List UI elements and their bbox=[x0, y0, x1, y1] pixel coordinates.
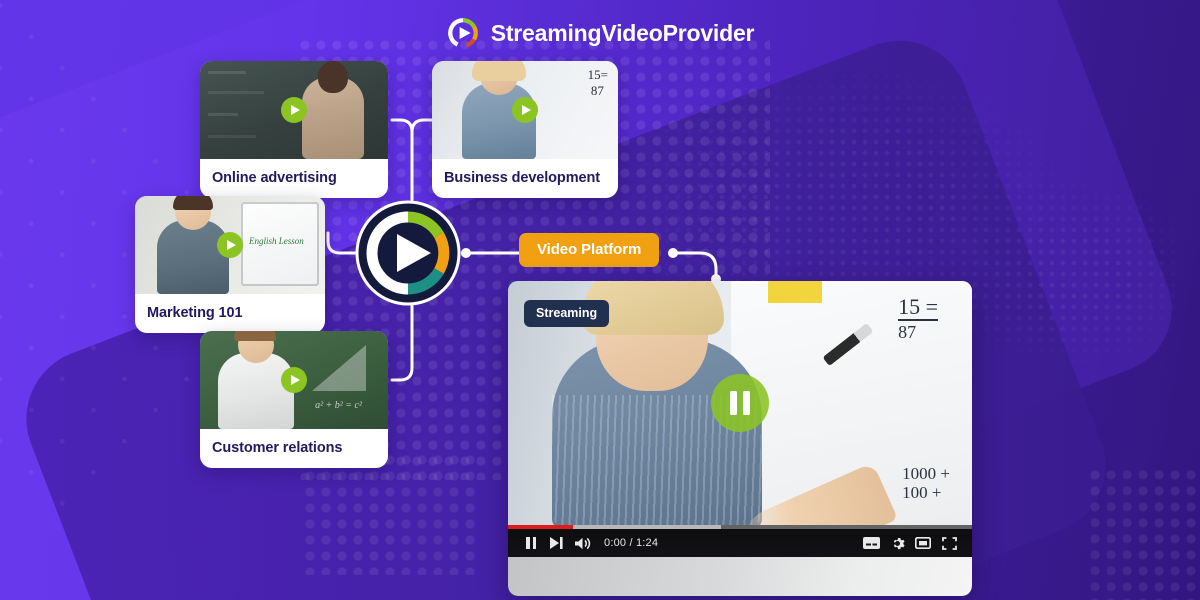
circular-play-logo-icon bbox=[447, 18, 478, 48]
time-display: 0:00 / 1:24 bbox=[604, 537, 659, 549]
play-icon[interactable] bbox=[512, 97, 538, 123]
whiteboard-text-bottom: 1000 + 100 + bbox=[902, 464, 950, 503]
brand-name: StreamingVideoProvider bbox=[490, 19, 755, 46]
triangle-diagram bbox=[312, 345, 366, 391]
whiteboard-text-bottom-line2: 100 + bbox=[902, 483, 942, 503]
flipchart: English Lesson bbox=[241, 202, 319, 286]
player-footer-panel bbox=[508, 557, 972, 596]
status-badge: Streaming bbox=[524, 300, 610, 327]
card-thumbnail[interactable]: a² + b² = c² bbox=[200, 331, 388, 429]
whiteboard-text-top-line: 15 = bbox=[898, 294, 938, 319]
whiteboard-text-top-sub: 87 bbox=[898, 319, 938, 343]
play-icon[interactable] bbox=[217, 232, 243, 258]
card-thumbnail[interactable]: 15= 87 bbox=[432, 61, 618, 159]
card-thumbnail[interactable]: English Lesson bbox=[135, 196, 325, 294]
flipchart-text: English Lesson bbox=[249, 236, 304, 246]
gear-icon bbox=[893, 537, 905, 549]
card-title: Business development bbox=[444, 170, 600, 186]
volume-icon bbox=[575, 537, 591, 549]
video-card-marketing-101[interactable]: English Lesson Marketing 101 bbox=[135, 196, 325, 333]
miniplayer-button[interactable] bbox=[910, 530, 936, 556]
whiteboard-text-top: 15 = 87 bbox=[898, 294, 938, 343]
pause-icon[interactable] bbox=[711, 374, 769, 432]
thumbnail-person bbox=[302, 61, 364, 159]
play-icon[interactable] bbox=[281, 367, 307, 393]
background-dot-grid-corner bbox=[1090, 470, 1200, 600]
video-viewport[interactable]: 15 = 87 1000 + 100 + Streaming bbox=[508, 281, 972, 525]
card-thumbnail[interactable] bbox=[200, 61, 388, 159]
settings-button[interactable] bbox=[884, 530, 910, 556]
captions-button[interactable] bbox=[858, 530, 884, 556]
background-dot-grid-lower bbox=[305, 455, 475, 575]
video-platform-hub[interactable] bbox=[355, 200, 461, 306]
fullscreen-icon bbox=[941, 536, 957, 550]
pause-icon bbox=[526, 537, 536, 549]
sticky-note bbox=[767, 281, 822, 303]
card-title: Marketing 101 bbox=[147, 305, 243, 321]
miniplayer-icon bbox=[915, 537, 931, 549]
poster-canvas: StreamingVideoProvider Online advertisin… bbox=[0, 0, 1200, 600]
next-track-icon bbox=[550, 537, 563, 549]
pause-button[interactable] bbox=[518, 530, 544, 556]
player-controls[interactable]: 0:00 / 1:24 bbox=[508, 529, 972, 557]
brand-header: StreamingVideoProvider bbox=[0, 16, 1200, 50]
card-title: Customer relations bbox=[212, 440, 343, 456]
video-player[interactable]: 15 = 87 1000 + 100 + Streaming 0:00 / 1:… bbox=[508, 281, 972, 596]
video-card-online-advertising[interactable]: Online advertising bbox=[200, 61, 388, 198]
volume-button[interactable] bbox=[570, 530, 596, 556]
thumbnail-person bbox=[218, 331, 294, 429]
fullscreen-button[interactable] bbox=[936, 530, 962, 556]
thumbnail-person bbox=[157, 196, 229, 294]
video-card-customer-relations[interactable]: a² + b² = c² Customer relations bbox=[200, 331, 388, 468]
video-platform-badge[interactable]: Video Platform bbox=[519, 233, 660, 267]
chalkboard-equation: a² + b² = c² bbox=[315, 400, 362, 411]
next-track-button[interactable] bbox=[544, 530, 570, 556]
captions-icon bbox=[862, 537, 880, 549]
video-card-business-development[interactable]: 15= 87 Business development bbox=[432, 61, 618, 198]
whiteboard-text-bottom-line1: 1000 + bbox=[902, 463, 950, 483]
play-icon[interactable] bbox=[281, 97, 307, 123]
card-title: Online advertising bbox=[212, 170, 337, 186]
board-writing: 15= 87 bbox=[587, 67, 608, 98]
video-platform-hub-logo-icon bbox=[355, 200, 461, 306]
